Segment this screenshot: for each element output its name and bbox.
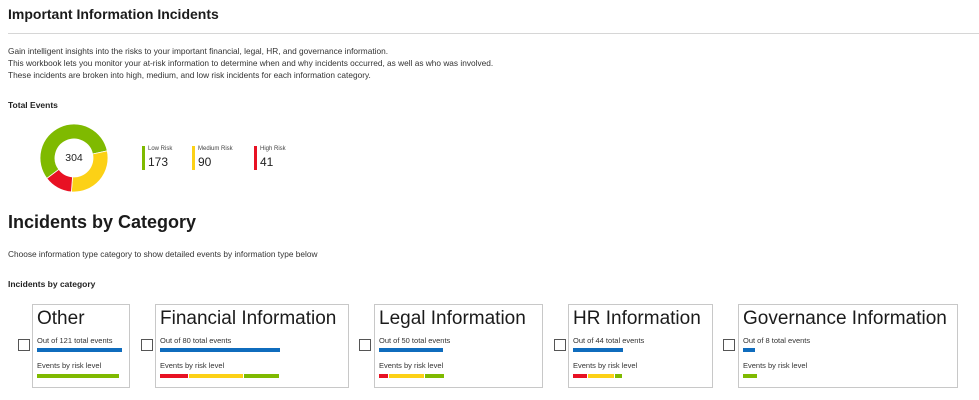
legend-high-risk-swatch bbox=[254, 146, 257, 170]
risk-segment-medium bbox=[189, 374, 243, 378]
category-risk-bar bbox=[37, 374, 119, 378]
description-line-2: This workbook lets you monitor your at-r… bbox=[8, 58, 494, 68]
category-total-bar bbox=[37, 348, 122, 352]
donut-center-total: 304 bbox=[65, 152, 83, 164]
legend-medium-risk-value: 90 bbox=[198, 155, 212, 169]
category-section-description: Choose information type category to show… bbox=[8, 249, 318, 259]
category-card-governance[interactable]: Governance Information Out of 8 total ev… bbox=[738, 304, 958, 388]
category-risk-bar bbox=[573, 374, 622, 378]
category-risk-bar bbox=[743, 374, 757, 378]
description-line-3: These incidents are broken into high, me… bbox=[8, 70, 371, 80]
category-card-other[interactable]: Other Out of 121 total events Events by … bbox=[32, 304, 130, 388]
legend-low-risk-label: Low Risk bbox=[148, 146, 173, 152]
risk-segment-low bbox=[425, 374, 444, 378]
category-checkbox-other[interactable] bbox=[18, 339, 30, 351]
risk-segment-low bbox=[244, 374, 279, 378]
legend-low-risk-value: 173 bbox=[148, 155, 169, 169]
category-total-text: Out of 8 total events bbox=[743, 336, 811, 345]
category-checkbox-hr[interactable] bbox=[554, 339, 566, 351]
category-total-bar bbox=[160, 348, 280, 352]
title-divider bbox=[8, 33, 979, 34]
risk-segment-high bbox=[160, 374, 188, 378]
category-total-bar bbox=[379, 348, 443, 352]
category-total-text: Out of 121 total events bbox=[37, 336, 113, 345]
legend-high-risk-value: 41 bbox=[260, 155, 274, 169]
category-title: Financial Information bbox=[160, 308, 337, 329]
category-section-heading: Incidents by Category bbox=[8, 212, 197, 232]
category-total-bar bbox=[743, 348, 755, 352]
category-card-hr[interactable]: HR Information Out of 44 total events Ev… bbox=[568, 304, 713, 388]
category-title: Governance Information bbox=[743, 308, 947, 329]
category-total-text: Out of 50 total events bbox=[379, 336, 451, 345]
risk-segment-low bbox=[743, 374, 757, 378]
category-title: Other bbox=[37, 308, 85, 329]
category-title: Legal Information bbox=[379, 308, 526, 329]
category-card-legal[interactable]: Legal Information Out of 50 total events… bbox=[374, 304, 543, 388]
legend-low-risk-swatch bbox=[142, 146, 145, 170]
legend-medium-risk-label: Medium Risk bbox=[198, 146, 233, 152]
category-risk-bar bbox=[160, 374, 279, 378]
category-risk-label: Events by risk level bbox=[160, 361, 225, 370]
category-checkbox-governance[interactable] bbox=[723, 339, 735, 351]
category-checkbox-legal[interactable] bbox=[359, 339, 371, 351]
category-risk-label: Events by risk level bbox=[743, 361, 808, 370]
legend-high-risk-label: High Risk bbox=[260, 146, 286, 152]
risk-segment-medium bbox=[588, 374, 614, 378]
category-risk-label: Events by risk level bbox=[37, 361, 102, 370]
category-total-bar bbox=[573, 348, 623, 352]
category-risk-label: Events by risk level bbox=[379, 361, 444, 370]
category-checkbox-financial[interactable] bbox=[141, 339, 153, 351]
category-section-subheading: Incidents by category bbox=[8, 279, 96, 289]
page-title: Important Information Incidents bbox=[8, 6, 219, 22]
category-title: HR Information bbox=[573, 308, 701, 329]
description-line-1: Gain intelligent insights into the risks… bbox=[8, 46, 389, 56]
category-risk-bar bbox=[379, 374, 444, 378]
legend-medium-risk-swatch bbox=[192, 146, 195, 170]
category-total-text: Out of 80 total events bbox=[160, 336, 232, 345]
risk-segment-low bbox=[37, 374, 119, 378]
risk-segment-medium bbox=[389, 374, 424, 378]
category-card-financial[interactable]: Financial Information Out of 80 total ev… bbox=[155, 304, 349, 388]
risk-segment-high bbox=[573, 374, 587, 378]
risk-segment-high bbox=[379, 374, 388, 378]
category-risk-label: Events by risk level bbox=[573, 361, 638, 370]
category-total-text: Out of 44 total events bbox=[573, 336, 645, 345]
total-events-label: Total Events bbox=[8, 100, 58, 110]
risk-segment-low bbox=[615, 374, 622, 378]
